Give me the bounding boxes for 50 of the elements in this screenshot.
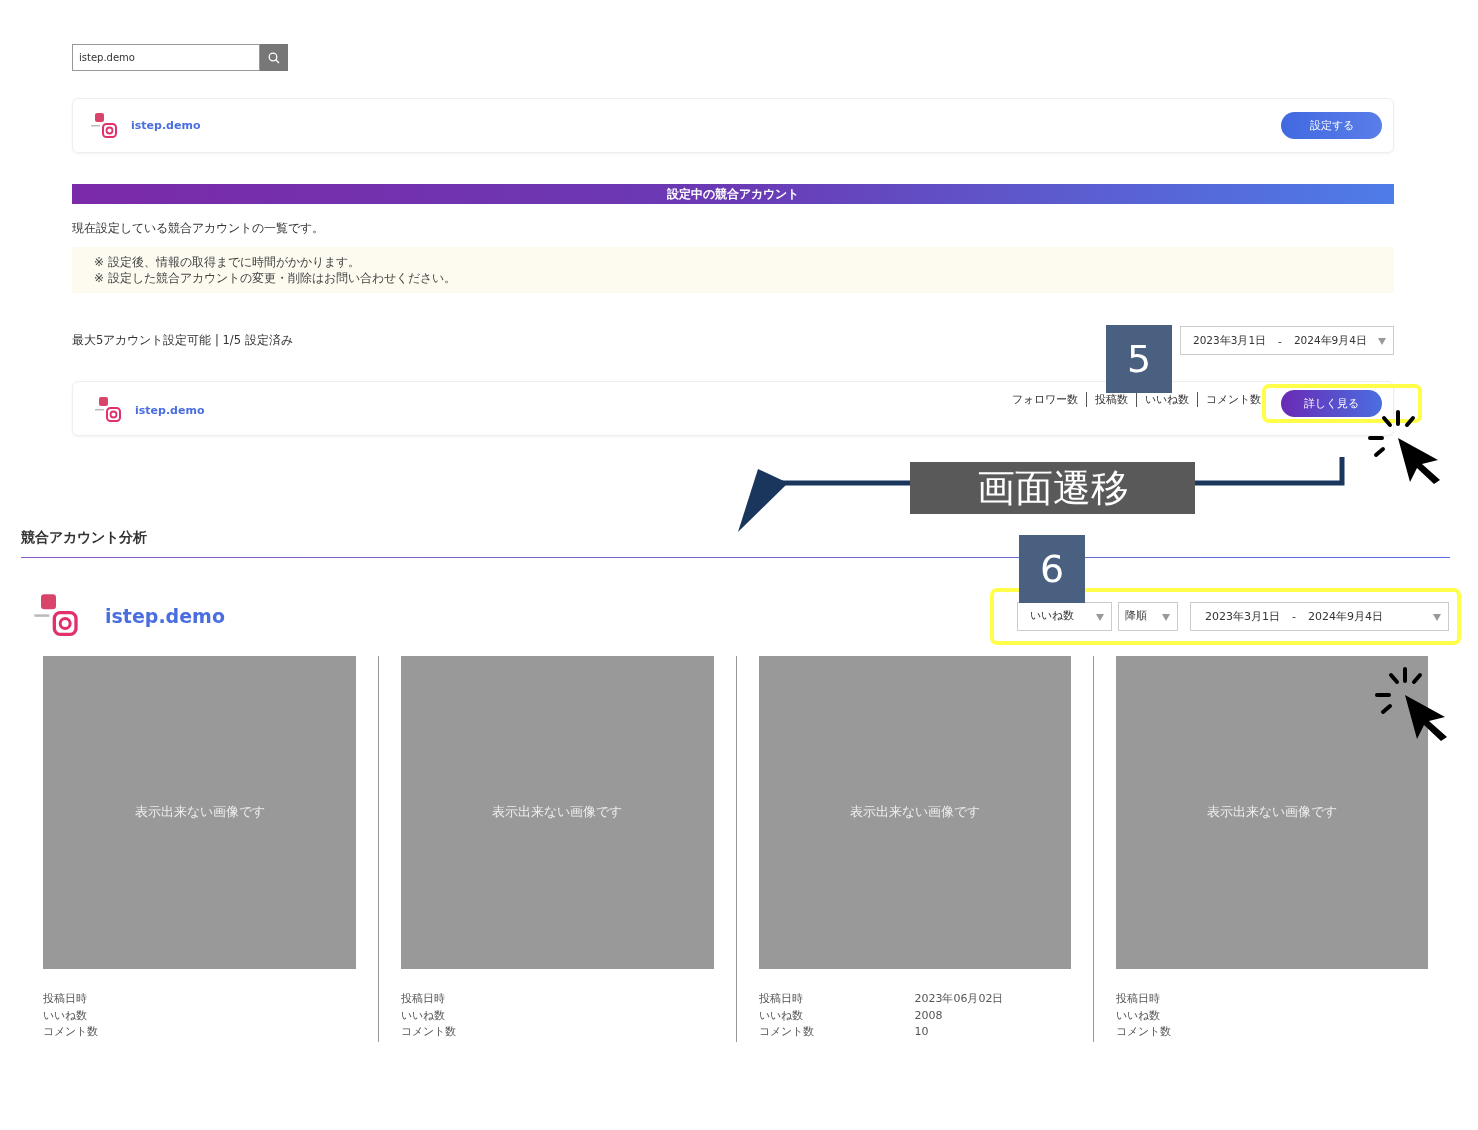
stat-label: コメント数: [1197, 392, 1269, 407]
date-range-select[interactable]: 2023年3月1日 - 2024年9月4日: [1180, 326, 1394, 355]
info-label: 投稿日時: [43, 991, 88, 1007]
info-label: コメント数: [401, 1024, 458, 1040]
instagram-logo-icon: [93, 395, 123, 425]
info-label: コメント数: [43, 1024, 99, 1040]
step-badge: 5: [1106, 325, 1172, 393]
search-button[interactable]: [260, 44, 288, 71]
section-title: 競合アカウント分析: [21, 529, 148, 547]
step-badge: 6: [1019, 535, 1085, 603]
sort-field-select[interactable]: いいね数: [1017, 601, 1112, 631]
placeholder-text: 表示出来ない画像です: [1206, 804, 1337, 821]
set-button[interactable]: 設定する: [1281, 112, 1382, 139]
placeholder-text: 表示出来ない画像です: [492, 804, 623, 821]
info-label: 投稿日時: [401, 991, 447, 1007]
click-cursor-icon: [1375, 667, 1449, 741]
info-label: コメント数: [1115, 1024, 1172, 1040]
caret-icon: [1378, 338, 1386, 345]
instagram-logo-icon: [89, 110, 119, 141]
section-banner: 設定中の競合アカウント: [72, 184, 1394, 204]
account-name: istep.demo: [105, 605, 225, 627]
transition-label: 画面遷移: [910, 462, 1195, 514]
date-range-select[interactable]: 2023年3月1日 - 2024年9月4日: [1190, 601, 1449, 631]
limit-text: 最大5アカウント設定可能 | 1/5 設定済み: [72, 333, 293, 348]
info-value: 2008: [914, 1007, 943, 1024]
account-link[interactable]: istep.demo: [131, 119, 201, 132]
account-link[interactable]: istep.demo: [135, 404, 205, 417]
info-value: 10: [914, 1024, 929, 1040]
notice-text: ※ 設定した競合アカウントの変更・削除はお問い合わせください。: [94, 270, 457, 286]
description-text: 現在設定している競合アカウントの一覧です。: [72, 220, 325, 237]
caret-icon: [1433, 613, 1441, 621]
search-icon: [268, 51, 280, 64]
info-label: いいね数: [758, 1007, 804, 1024]
info-label: 投稿日時: [758, 991, 804, 1007]
click-cursor-icon: [1368, 410, 1442, 484]
info-label: いいね数: [1115, 1007, 1161, 1024]
info-label: いいね数: [43, 1007, 88, 1024]
info-value: 2023年06月02日: [914, 991, 1004, 1007]
info-label: いいね数: [401, 1007, 447, 1024]
placeholder-text: 表示出来ない画像です: [134, 804, 265, 821]
info-label: 投稿日時: [1115, 991, 1161, 1007]
sort-order-select[interactable]: 降順: [1118, 601, 1178, 631]
info-label: コメント数: [758, 1024, 815, 1040]
details-button[interactable]: 詳しく見る: [1281, 390, 1382, 417]
stat-label: フォロワー数: [1012, 392, 1079, 407]
caret-icon: [1162, 613, 1170, 621]
placeholder-text: 表示出来ない画像です: [849, 804, 980, 821]
caret-icon: [1096, 613, 1104, 621]
search-field[interactable]: istep.demo: [72, 44, 260, 71]
notice-text: ※ 設定後、情報の取得までに時間がかかります。: [94, 254, 361, 270]
